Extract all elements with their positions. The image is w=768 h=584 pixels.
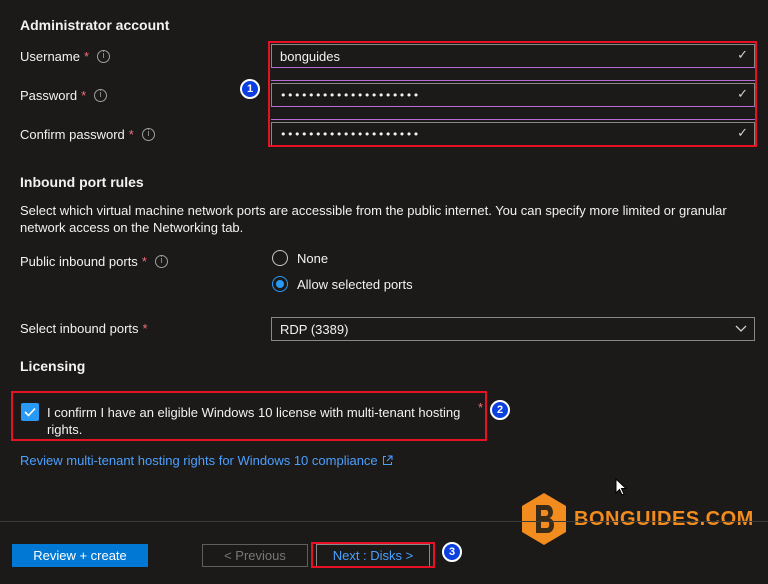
previous-button[interactable]: < Previous [202, 544, 308, 567]
info-icon[interactable]: i [141, 128, 155, 141]
public-ports-label-text: Public inbound ports [20, 254, 138, 269]
public-ports-label: Public inbound ports * i [20, 254, 168, 269]
username-label: Username * i [20, 49, 111, 64]
required-mark: * [141, 254, 147, 269]
annotation-box-3 [311, 542, 435, 568]
inbound-ports-dropdown[interactable]: RDP (3389) [271, 317, 755, 341]
confirm-label-text: Confirm password [20, 127, 125, 142]
annotation-badge-2: 2 [490, 400, 510, 420]
radio-none-label: None [297, 250, 329, 266]
info-icon[interactable]: i [97, 50, 111, 63]
annotation-badge-3: 3 [442, 542, 462, 562]
external-link-icon [382, 455, 393, 465]
required-mark: * [478, 400, 484, 415]
inbound-description: Select which virtual machine network por… [20, 203, 727, 235]
required-mark: * [83, 49, 90, 64]
bonguides-watermark: BONGUIDES.COM [520, 492, 754, 546]
required-mark: * [81, 88, 87, 103]
info-icon[interactable]: i [94, 89, 108, 102]
radio-allow-selected[interactable] [272, 276, 288, 292]
dropdown-value: RDP (3389) [280, 321, 349, 337]
footer-divider [0, 521, 768, 522]
required-mark: * [128, 127, 134, 142]
admin-section-title: Administrator account [20, 17, 170, 33]
radio-none[interactable] [272, 250, 288, 266]
info-icon[interactable]: i [154, 255, 168, 268]
chevron-down-icon [735, 325, 747, 332]
review-hosting-rights-link[interactable]: Review multi-tenant hosting rights for W… [20, 453, 393, 468]
select-ports-label: Select inbound ports * [20, 321, 148, 336]
select-ports-label-text: Select inbound ports [20, 321, 139, 336]
annotation-box-1 [268, 41, 757, 147]
annotation-badge-1: 1 [240, 79, 260, 99]
password-label-text: Password [20, 88, 78, 103]
licensing-section-title: Licensing [20, 358, 86, 374]
review-create-button[interactable]: Review + create [12, 544, 148, 567]
radio-allow-label: Allow selected ports [297, 276, 413, 292]
required-mark: * [142, 321, 148, 336]
username-label-text: Username [20, 49, 80, 64]
review-link-text: Review multi-tenant hosting rights for W… [20, 453, 378, 468]
radio-none-option[interactable]: None [272, 250, 328, 266]
inbound-section-title: Inbound port rules [20, 174, 144, 190]
radio-allow-option[interactable]: Allow selected ports [272, 276, 413, 292]
checkmark-icon [24, 407, 36, 417]
password-label: Password * i [20, 88, 108, 103]
license-confirm-text: I confirm I have an eligible Windows 10 … [47, 405, 461, 437]
license-confirm-checkbox[interactable] [21, 403, 39, 421]
bonguides-logo-icon [522, 493, 566, 545]
watermark-text: BONGUIDES.COM [574, 507, 754, 530]
confirm-password-label: Confirm password * i [20, 127, 155, 142]
